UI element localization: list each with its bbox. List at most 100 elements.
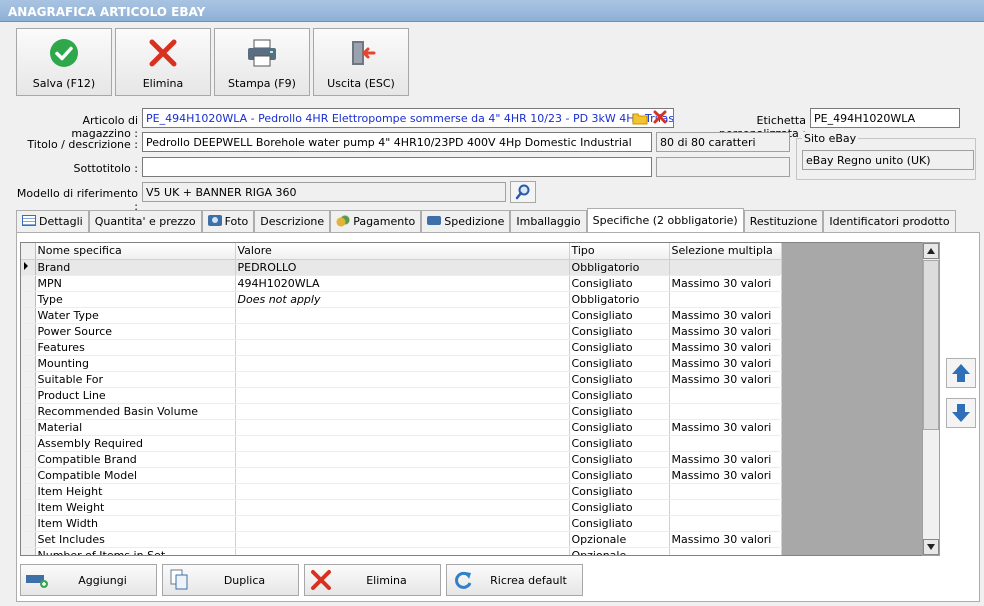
reset-default-button[interactable]: Ricrea default bbox=[446, 564, 583, 596]
table-row[interactable]: Number of Items in Set Opzionale bbox=[21, 547, 782, 555]
print-button[interactable]: Stampa (F9) bbox=[214, 28, 310, 96]
column-header-multi[interactable]: Selezione multipla bbox=[669, 243, 782, 260]
row-indicator[interactable] bbox=[21, 275, 36, 292]
table-row[interactable]: Product Line Consigliato bbox=[21, 387, 782, 404]
tab-descrizione[interactable]: Descrizione bbox=[254, 210, 331, 232]
tab-quantita[interactable]: Quantita' e prezzo bbox=[88, 210, 202, 232]
spec-value-cell[interactable] bbox=[235, 451, 570, 468]
spec-type-cell: Consigliato bbox=[569, 451, 670, 468]
spec-value-cell[interactable] bbox=[235, 307, 570, 324]
row-indicator[interactable] bbox=[21, 547, 36, 555]
spec-value-cell[interactable] bbox=[235, 403, 570, 420]
table-row[interactable]: Assembly Required Consigliato bbox=[21, 435, 782, 452]
column-header-value[interactable]: Valore bbox=[235, 243, 570, 260]
row-indicator[interactable] bbox=[21, 307, 36, 324]
row-indicator[interactable] bbox=[21, 323, 36, 340]
tab-imballaggio[interactable]: Imballaggio bbox=[510, 210, 587, 232]
column-header-name[interactable]: Nome specifica bbox=[35, 243, 236, 260]
spec-value-cell[interactable]: PEDROLLO bbox=[235, 259, 570, 276]
spec-value-cell[interactable]: 494H1020WLA bbox=[235, 275, 570, 292]
row-indicator[interactable] bbox=[21, 531, 36, 548]
spec-value-cell[interactable] bbox=[235, 387, 570, 404]
row-indicator[interactable] bbox=[21, 483, 36, 500]
table-row[interactable]: Water Type Consigliato Massimo 30 valori bbox=[21, 307, 782, 324]
article-field[interactable]: PE_494H1020WLA - Pedrollo 4HR Elettropom… bbox=[142, 108, 674, 128]
custom-label-field[interactable]: PE_494H1020WLA bbox=[810, 108, 960, 128]
scroll-thumb[interactable] bbox=[923, 260, 939, 430]
spec-value-cell[interactable]: Does not apply bbox=[235, 291, 570, 308]
spec-value-cell[interactable] bbox=[235, 467, 570, 484]
tab-specifiche[interactable]: Specifiche (2 obbligatorie) bbox=[586, 208, 744, 232]
table-row[interactable]: Item Weight Consigliato bbox=[21, 499, 782, 516]
spec-value-cell[interactable] bbox=[235, 499, 570, 516]
table-row[interactable]: Mounting Consigliato Massimo 30 valori bbox=[21, 355, 782, 372]
row-indicator[interactable] bbox=[21, 499, 36, 516]
title-field[interactable]: Pedrollo DEEPWELL Borehole water pump 4"… bbox=[142, 132, 652, 152]
check-icon bbox=[48, 37, 80, 69]
row-indicator[interactable] bbox=[21, 435, 36, 452]
row-indicator[interactable] bbox=[21, 451, 36, 468]
move-up-button[interactable] bbox=[946, 358, 976, 388]
row-indicator[interactable] bbox=[21, 515, 36, 532]
spec-value-cell[interactable] bbox=[235, 531, 570, 548]
spec-value-cell[interactable] bbox=[235, 355, 570, 372]
tab-identificatori[interactable]: Identificatori prodotto bbox=[823, 210, 956, 232]
subtitle-field[interactable] bbox=[142, 157, 652, 177]
tab-spedizione[interactable]: Spedizione bbox=[421, 210, 511, 232]
table-row[interactable]: Power Source Consigliato Massimo 30 valori bbox=[21, 323, 782, 340]
table-row[interactable]: Item Width Consigliato bbox=[21, 515, 782, 532]
table-row[interactable]: Compatible Brand Consigliato Massimo 30 va… bbox=[21, 451, 782, 468]
tab-pagamento[interactable]: Pagamento bbox=[330, 210, 422, 232]
row-indicator[interactable] bbox=[21, 467, 36, 484]
spec-value-cell[interactable] bbox=[235, 419, 570, 436]
table-row[interactable]: Brand PEDROLLO Obbligatorio bbox=[21, 259, 782, 276]
row-indicator[interactable] bbox=[21, 371, 36, 388]
spec-value-cell[interactable] bbox=[235, 483, 570, 500]
table-row[interactable]: Material Consigliato Massimo 30 valori bbox=[21, 419, 782, 436]
spec-value-cell[interactable] bbox=[235, 323, 570, 340]
clear-icon[interactable] bbox=[653, 110, 667, 124]
row-indicator[interactable] bbox=[21, 291, 36, 308]
save-button[interactable]: Salva (F12) bbox=[16, 28, 112, 96]
add-button[interactable]: Aggiungi bbox=[20, 564, 157, 596]
table-row[interactable]: Recommended Basin Volume Consigliato bbox=[21, 403, 782, 420]
folder-icon[interactable] bbox=[632, 111, 648, 125]
current-row-indicator[interactable] bbox=[21, 259, 36, 276]
spec-multi-cell bbox=[669, 547, 782, 555]
tab-dettagli[interactable]: Dettagli bbox=[16, 210, 89, 232]
spec-value-cell[interactable] bbox=[235, 547, 570, 555]
spec-multi-cell: Massimo 30 valori bbox=[669, 275, 782, 292]
specs-grid[interactable]: Nome specifica Valore Tipo Selezione mul… bbox=[20, 242, 940, 556]
delete-row-button[interactable]: Elimina bbox=[304, 564, 441, 596]
spec-value-cell[interactable] bbox=[235, 515, 570, 532]
duplicate-button[interactable]: Duplica bbox=[162, 564, 299, 596]
scroll-down-icon[interactable] bbox=[923, 539, 939, 555]
tab-foto[interactable]: Foto bbox=[201, 210, 255, 232]
table-row[interactable]: MPN 494H1020WLA Consigliato Massimo 30 valo… bbox=[21, 275, 782, 292]
row-indicator[interactable] bbox=[21, 419, 36, 436]
spec-value-cell[interactable] bbox=[235, 339, 570, 356]
exit-button[interactable]: Uscita (ESC) bbox=[313, 28, 409, 96]
add-row-icon bbox=[25, 568, 49, 592]
table-row[interactable]: Set Includes Opzionale Massimo 30 valori bbox=[21, 531, 782, 548]
model-search-button[interactable] bbox=[510, 181, 536, 203]
table-row[interactable]: Type Does not apply Obbligatorio bbox=[21, 291, 782, 308]
row-indicator[interactable] bbox=[21, 339, 36, 356]
table-row[interactable]: Compatible Model Consigliato Massimo 30 va… bbox=[21, 467, 782, 484]
tab-restituzione[interactable]: Restituzione bbox=[743, 210, 824, 232]
move-down-button[interactable] bbox=[946, 398, 976, 428]
table-row[interactable]: Item Height Consigliato bbox=[21, 483, 782, 500]
row-indicator[interactable] bbox=[21, 355, 36, 372]
spec-value-cell[interactable] bbox=[235, 371, 570, 388]
column-header-type[interactable]: Tipo bbox=[569, 243, 670, 260]
spec-value-cell[interactable] bbox=[235, 435, 570, 452]
table-row[interactable]: Features Consigliato Massimo 30 valori bbox=[21, 339, 782, 356]
row-indicator[interactable] bbox=[21, 403, 36, 420]
table-row[interactable]: Suitable For Consigliato Massimo 30 valori bbox=[21, 371, 782, 388]
specs-table: Nome specifica Valore Tipo Selezione mul… bbox=[21, 243, 782, 555]
delete-button[interactable]: Elimina bbox=[115, 28, 211, 96]
scroll-up-icon[interactable] bbox=[923, 243, 939, 259]
spec-multi-cell: Massimo 30 valori bbox=[669, 323, 782, 340]
row-indicator[interactable] bbox=[21, 387, 36, 404]
grid-vertical-scrollbar[interactable] bbox=[922, 242, 940, 556]
